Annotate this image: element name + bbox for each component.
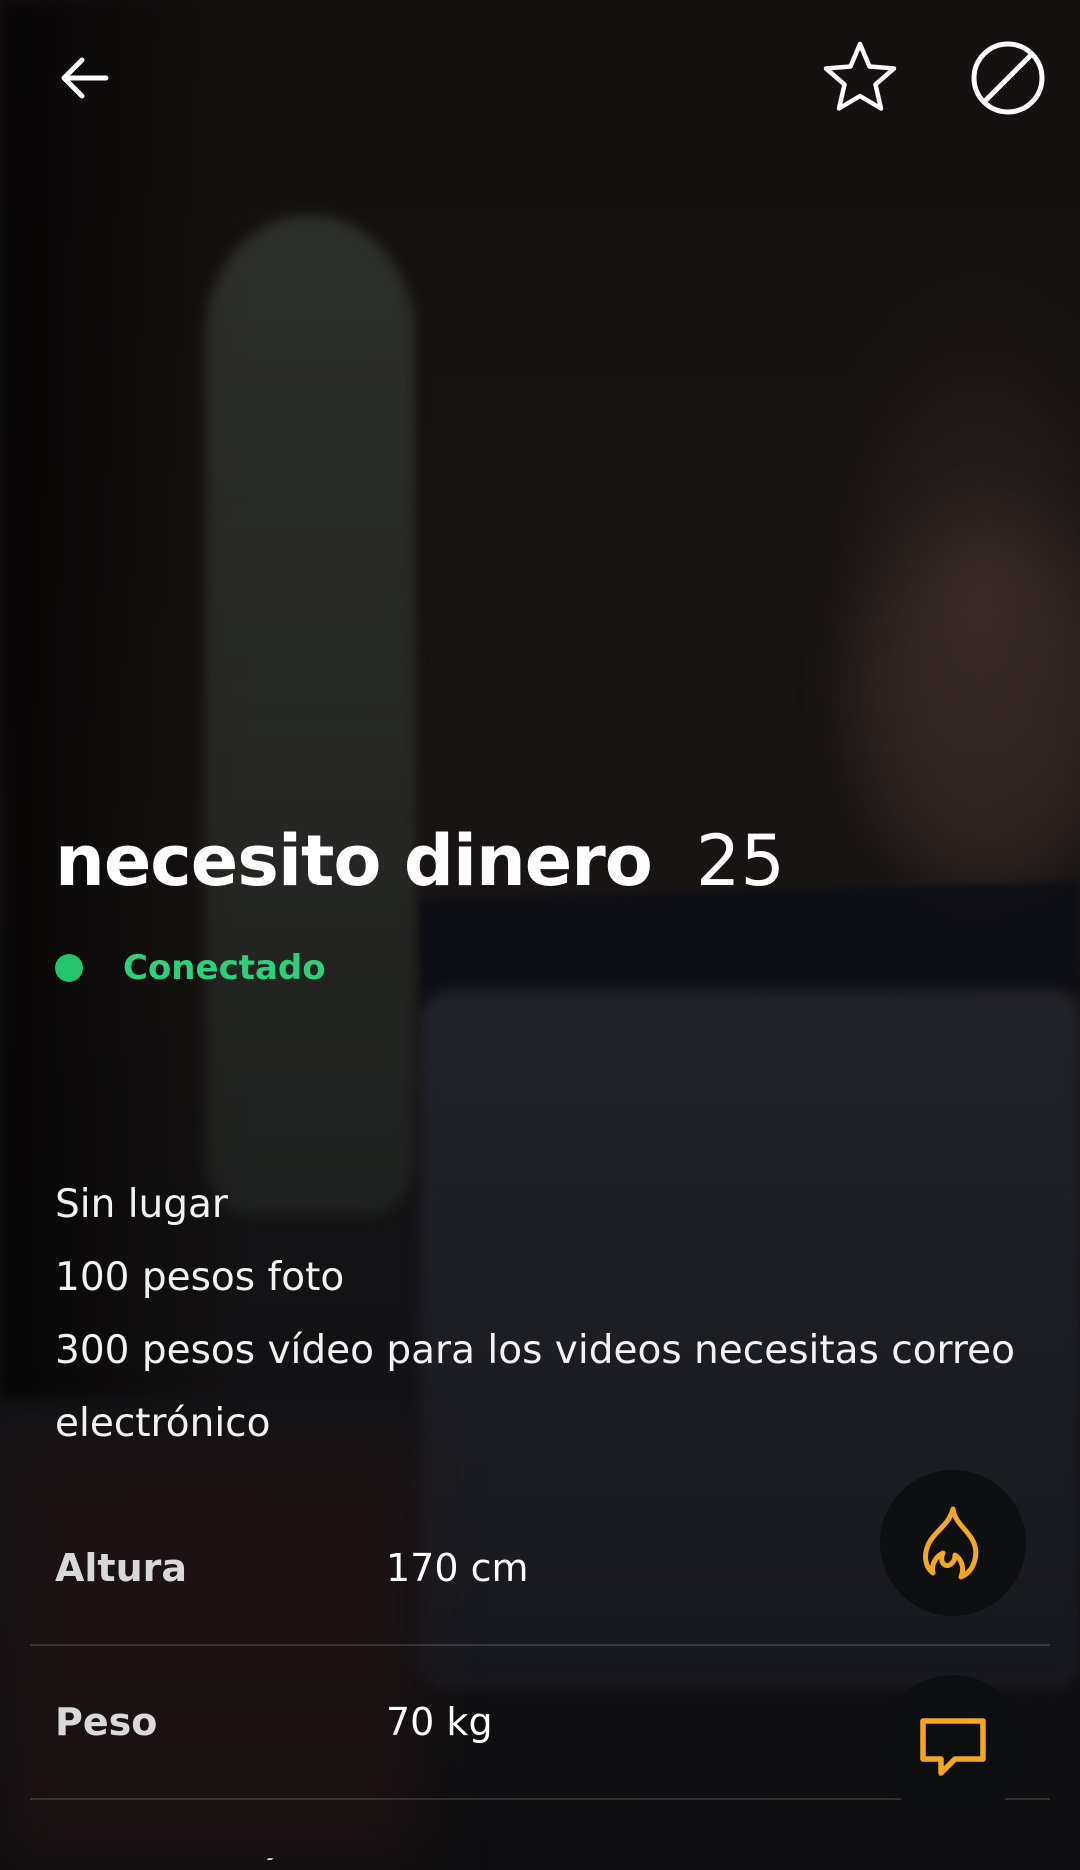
about-line: electrónico xyxy=(55,1401,271,1446)
back-button[interactable] xyxy=(42,36,126,120)
status-label: Conectado xyxy=(123,948,326,988)
stat-label: Altura xyxy=(55,1546,188,1590)
about-text: Sin lugar 100 pesos foto 300 pesos vídeo… xyxy=(55,1168,1035,1460)
about-line: Sin lugar xyxy=(55,1182,228,1227)
stat-label: Complexión xyxy=(55,1800,305,1860)
star-outline-icon xyxy=(823,41,897,111)
stat-value: 170 cm xyxy=(386,1546,529,1590)
online-status: Conectado xyxy=(55,948,326,988)
arrow-left-icon xyxy=(61,57,109,99)
block-icon xyxy=(971,41,1045,115)
stat-label: Peso xyxy=(55,1700,158,1744)
profile-title: necesito dinero 25 xyxy=(55,820,785,902)
chat-bubble-icon xyxy=(920,1718,986,1776)
profile-screen: necesito dinero 25 Conectado Sin lugar 1… xyxy=(0,0,1080,1870)
stat-value: 70 kg xyxy=(386,1700,493,1744)
about-line: 100 pesos foto xyxy=(55,1255,345,1300)
chat-button[interactable] xyxy=(880,1675,1026,1821)
photo-background-shape xyxy=(205,215,415,1215)
stat-value: Esculpido xyxy=(386,1800,567,1860)
photo-background-shape xyxy=(860,520,1080,880)
block-button[interactable] xyxy=(966,36,1050,120)
tap-button[interactable] xyxy=(880,1470,1026,1616)
profile-age: 25 xyxy=(695,820,785,902)
about-line: 300 pesos vídeo para los videos necesita… xyxy=(55,1328,1015,1373)
profile-name: necesito dinero xyxy=(55,820,653,902)
favorite-button[interactable] xyxy=(818,36,902,120)
flame-icon xyxy=(923,1506,979,1580)
online-dot-icon xyxy=(55,954,83,982)
stat-row-body-type: Complexión Esculpido xyxy=(30,1800,1050,1860)
